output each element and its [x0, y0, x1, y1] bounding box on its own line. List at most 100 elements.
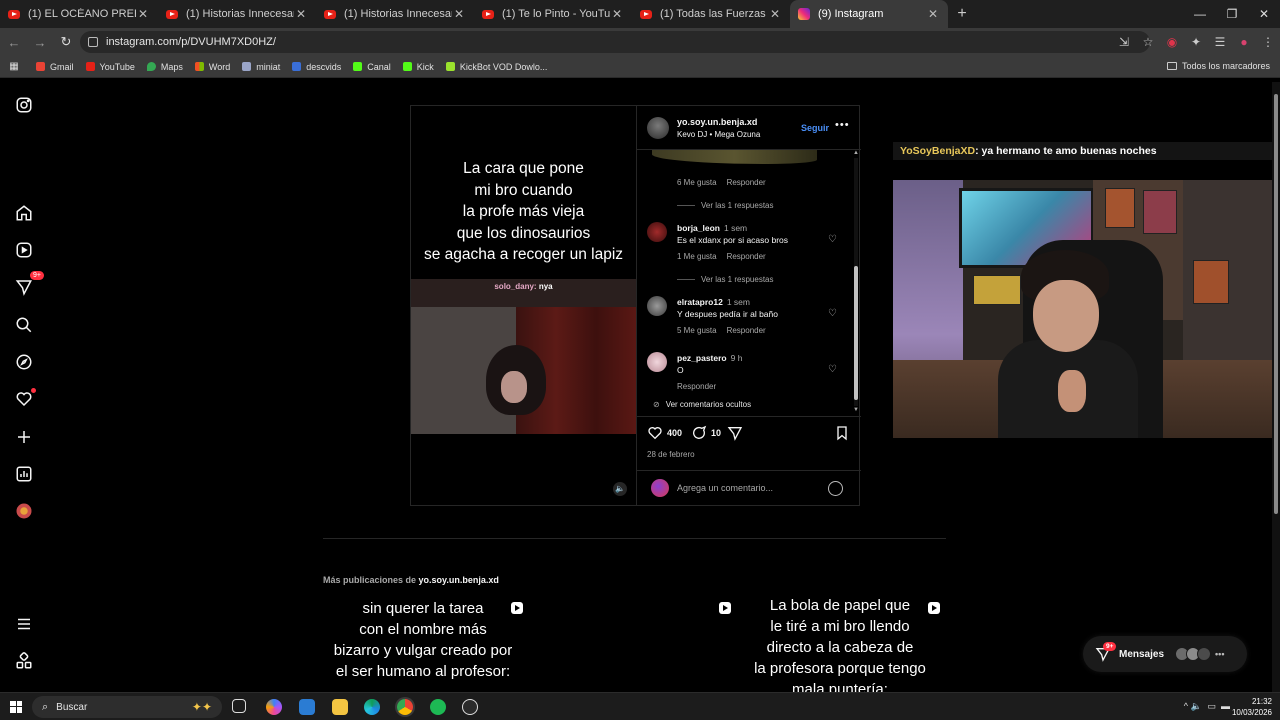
browser-tab-1[interactable]: (1) EL OCÉANO PREHISTÓRICO✕	[0, 0, 158, 28]
scroll-thumb[interactable]	[854, 266, 858, 400]
all-bookmarks[interactable]: Todos los marcadores	[1166, 61, 1270, 71]
reply-button[interactable]: Responder	[677, 382, 716, 391]
menu-icon[interactable]: ⋮	[1256, 35, 1280, 49]
close-window-icon[interactable]: ✕	[1248, 0, 1280, 28]
messages-button[interactable]: 9+ Mensajes •••	[1083, 636, 1247, 672]
bookmark-descvids[interactable]: descvids	[292, 62, 341, 72]
like-comment-icon[interactable]: ♡	[828, 308, 837, 319]
close-tab-icon[interactable]: ✕	[610, 7, 624, 21]
reply-button[interactable]: Responder	[727, 178, 766, 187]
close-tab-icon[interactable]: ✕	[136, 7, 150, 21]
view-replies-button[interactable]: Ver las 1 respuestas	[677, 201, 773, 210]
tab-search-icon[interactable]: ☰	[1208, 35, 1232, 49]
comment-user[interactable]: elratapro12	[677, 297, 723, 307]
author-username[interactable]: yo.soy.un.benja.xd	[677, 117, 757, 127]
edge-icon[interactable]	[364, 699, 380, 715]
bookmark-maps[interactable]: Maps	[146, 62, 183, 72]
comment-user[interactable]: pez_pastero	[677, 353, 727, 363]
clock[interactable]: 21:32 10/03/2026	[1232, 696, 1272, 718]
back-icon[interactable]: ←	[2, 35, 26, 50]
profile-avatar[interactable]	[14, 501, 34, 521]
instagram-logo-icon[interactable]	[14, 95, 34, 115]
explore-icon[interactable]	[14, 352, 34, 372]
more-menu-icon[interactable]	[14, 614, 34, 634]
spotify-icon[interactable]	[430, 699, 446, 715]
browser-tab-3[interactable]: (1) Historias Innecesarias: Colap✕	[316, 0, 474, 28]
audio-icon[interactable]: 🔈	[613, 482, 627, 496]
like-button[interactable]: 400	[647, 425, 682, 441]
reload-icon[interactable]: ↻	[54, 34, 78, 50]
scroll-down-icon[interactable]: ▼	[853, 407, 859, 413]
restore-icon[interactable]: ❐	[1216, 0, 1248, 28]
bookmark-word[interactable]: Word	[194, 62, 230, 72]
commenter-avatar[interactable]	[647, 352, 667, 372]
site-info-icon[interactable]	[88, 37, 98, 47]
dashboard-icon[interactable]	[14, 464, 34, 484]
windows-start-icon[interactable]	[10, 700, 22, 713]
view-replies-button[interactable]: Ver las 1 respuestas	[677, 275, 773, 284]
save-button[interactable]	[834, 425, 854, 441]
install-app-icon[interactable]: ⇲	[1112, 35, 1136, 49]
notifications-heart-icon[interactable]	[14, 388, 36, 409]
browser-tab-2[interactable]: (1) Historias Innecesarias - YouT✕	[158, 0, 316, 28]
close-tab-icon[interactable]: ✕	[926, 7, 940, 21]
reply-button[interactable]: Responder	[727, 326, 766, 335]
commenter-avatar[interactable]	[647, 296, 667, 316]
comment-user[interactable]: borja_leon	[677, 223, 720, 233]
share-button[interactable]	[727, 425, 747, 441]
close-tab-icon[interactable]: ✕	[768, 7, 782, 21]
comments-scrollbar[interactable]: ▲ ▼	[853, 150, 859, 416]
bookmark-kick[interactable]: Kick	[402, 62, 434, 72]
taskbar-search[interactable]: ⌕ Buscar ✦✦	[32, 696, 222, 718]
obs-icon[interactable]	[462, 699, 478, 715]
reply-button[interactable]: Responder	[727, 252, 766, 261]
like-comment-icon[interactable]: ♡	[828, 364, 837, 375]
store-icon[interactable]	[299, 699, 315, 715]
profile-avatar-icon[interactable]: ●	[1232, 35, 1256, 49]
also-from-meta-icon[interactable]	[14, 651, 34, 671]
bookmark-canal[interactable]: Canal	[353, 62, 391, 72]
comment-likes[interactable]: 1 Me gusta	[677, 252, 717, 261]
file-explorer-icon[interactable]	[332, 699, 348, 715]
url-text[interactable]: instagram.com/p/DVUHM7XD0HZ/	[106, 36, 276, 48]
new-tab-button[interactable]: +	[948, 5, 976, 23]
browser-tab-5[interactable]: (1) Todas las Fuerzas Especiales✕	[632, 0, 790, 28]
commenter-avatar[interactable]	[647, 222, 667, 242]
bookmark-kickbot[interactable]: KickBot VOD Dowlo...	[445, 62, 547, 72]
more-post-thumbnail-2[interactable]	[531, 596, 737, 692]
add-comment-input[interactable]: Agrega un comentario...	[677, 483, 773, 493]
chrome-icon[interactable]	[397, 699, 413, 715]
follow-button[interactable]: Seguir	[801, 123, 829, 133]
page-scrollbar[interactable]	[1272, 82, 1280, 692]
create-plus-icon[interactable]	[14, 427, 34, 447]
network-icon[interactable]: ▭	[1207, 701, 1216, 712]
scroll-up-icon[interactable]: ▲	[853, 150, 859, 156]
reels-icon[interactable]	[14, 240, 34, 260]
copilot-icon[interactable]	[266, 699, 282, 715]
more-post-thumbnail-3[interactable]: La bola de papel que le tiré a mi bro ll…	[739, 596, 946, 692]
author-avatar[interactable]	[647, 117, 669, 139]
comment-likes[interactable]: 5 Me gusta	[677, 326, 717, 335]
audio-track[interactable]: Kevo DJ • Mega Ozuna	[677, 130, 760, 139]
task-view-icon[interactable]	[232, 699, 246, 713]
hidden-comments-button[interactable]: ⊘ Ver comentarios ocultos	[653, 400, 751, 409]
comment-likes[interactable]: 6 Me gusta	[677, 178, 717, 187]
comment-username[interactable]: elratapro12 1 sem	[677, 297, 750, 307]
close-tab-icon[interactable]: ✕	[294, 7, 308, 21]
comment-username[interactable]: pez_pastero 9 h	[677, 353, 742, 363]
comment-username[interactable]: borja_leon 1 sem	[677, 223, 747, 233]
url-bar[interactable]: instagram.com/p/DVUHM7XD0HZ/	[80, 31, 1150, 53]
like-comment-icon[interactable]: ♡	[828, 234, 837, 245]
emoji-icon[interactable]	[828, 481, 843, 496]
bookmark-star-icon[interactable]: ☆	[1136, 35, 1160, 49]
forward-icon[interactable]: →	[28, 35, 52, 50]
close-tab-icon[interactable]: ✕	[452, 7, 466, 21]
comment-button[interactable]: 10	[691, 425, 721, 441]
bookmark-miniat[interactable]: miniat	[242, 62, 280, 72]
volume-icon[interactable]: 🔈	[1191, 701, 1202, 712]
browser-tab-instagram[interactable]: (9) Instagram ✕	[790, 0, 948, 28]
record-extension-icon[interactable]: ◉	[1160, 35, 1184, 49]
direct-messages-icon[interactable]: 9+	[14, 271, 44, 297]
post-video[interactable]: La cara que pone mi bro cuando la profe …	[411, 106, 636, 505]
bookmark-gmail[interactable]: Gmail	[36, 62, 74, 72]
